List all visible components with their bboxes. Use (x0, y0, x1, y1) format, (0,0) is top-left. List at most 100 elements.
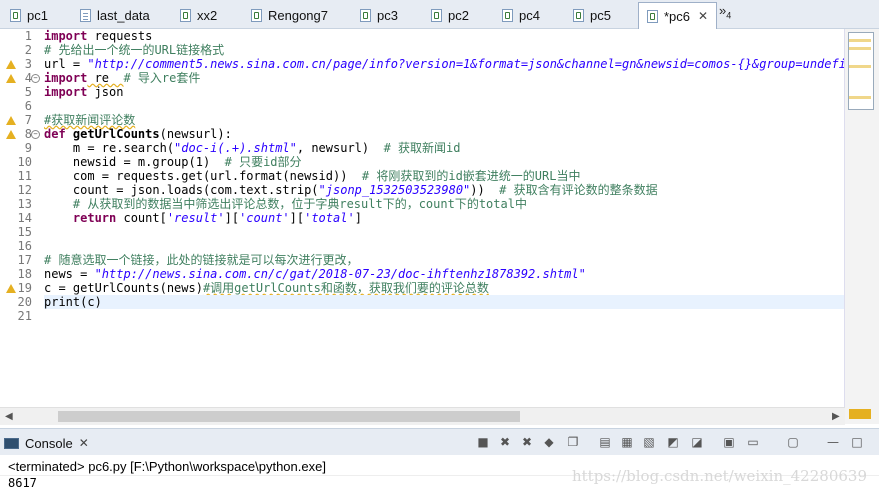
warning-marker[interactable] (849, 96, 871, 99)
line-number: 6 (24, 99, 32, 113)
console-icon (4, 437, 19, 449)
code-line-5: import json (44, 85, 124, 99)
warning-marker[interactable] (849, 47, 871, 50)
tab-label: *pc6 (664, 8, 691, 24)
console-title: Console (25, 435, 73, 451)
tab-rengong7[interactable]: Rengong7 (251, 3, 328, 27)
console-view: Console ✕ ■ ✖ ✖ ◆ ❐ ▤ ▦ ▧ ◩ ◪ ▣ ▭ ▢ — □ <terminated> p… (0, 428, 879, 497)
tab-pc5[interactable]: pc5 (573, 3, 611, 27)
tab-overflow-button[interactable]: »4 (719, 3, 731, 21)
code-line-3: url = "http://comment5.news.sina.com.cn/… (44, 57, 845, 71)
close-icon[interactable]: ✕ (698, 9, 708, 23)
fold-toggle-icon[interactable]: − (31, 130, 40, 139)
line-number: 5 (24, 85, 32, 99)
code-line-1: import requests (44, 29, 153, 43)
fold-toggle-icon[interactable]: − (31, 74, 40, 83)
close-icon[interactable]: ✕ (79, 436, 89, 450)
tab-pc2[interactable]: pc2 (431, 3, 469, 27)
line-number: 16 (17, 239, 32, 253)
warning-icon[interactable] (6, 130, 16, 139)
python-file-icon (573, 8, 584, 22)
python-file-icon (10, 8, 21, 22)
scroll-lock-icon[interactable]: ▤ (598, 435, 612, 449)
tab-label: xx2 (197, 7, 218, 23)
tab-label: last_data (97, 7, 150, 23)
code-line-11: com = requests.get(url.format(newsid)) #… (44, 169, 581, 183)
warning-icon[interactable] (6, 74, 16, 83)
warning-icon[interactable] (6, 60, 16, 69)
pin-icon[interactable]: ▧ (642, 435, 656, 449)
code-line-17: # 随意选取一个链接，此处的链接就是可以每次进行更改， (44, 253, 359, 267)
copy-icon[interactable]: ❐ (566, 435, 580, 449)
warning-icon[interactable] (6, 116, 16, 125)
maximize-icon[interactable]: □ (850, 435, 864, 449)
code-line-18: news = "http://news.sina.com.cn/c/gat/20… (44, 267, 586, 281)
tab-label: pc4 (519, 7, 540, 23)
code-line-7: #获取新闻评论数 (44, 113, 136, 127)
minimize-icon[interactable]: — (826, 435, 840, 449)
terminate-icon[interactable]: ■ (476, 435, 490, 449)
tab-pc4[interactable]: pc4 (502, 3, 540, 27)
remove-all-icon[interactable]: ✖ (520, 435, 534, 449)
tab-label: Rengong7 (268, 7, 328, 23)
overview-ruler[interactable] (844, 29, 879, 424)
console-title-bar: Console ✕ ■ ✖ ✖ ◆ ❐ ▤ ▦ ▧ ◩ ◪ ▣ ▭ ▢ — □ (0, 429, 879, 455)
console-status: <terminated> pc6.py [F:\Python\workspace… (8, 459, 326, 474)
show-stdout-icon[interactable]: ◩ (666, 435, 680, 449)
clear-console-icon[interactable]: ◆ (542, 435, 556, 449)
warning-marker[interactable] (849, 65, 871, 68)
python-file-icon (431, 8, 442, 22)
line-number: 1 (24, 29, 32, 43)
overflow-count: 4 (726, 10, 732, 21)
horizontal-scrollbar[interactable]: ◀ ▶ (0, 407, 845, 425)
code-line-8: def getUrlCounts(newsurl): (44, 127, 232, 141)
warning-summary-icon[interactable] (849, 409, 871, 419)
line-number: 17 (17, 253, 32, 267)
code-line-13: # 从获取到的数据当中筛选出评论总数，位于字典result下的，count下的t… (44, 197, 527, 211)
scroll-left-icon[interactable]: ◀ (5, 411, 13, 422)
code-editor[interactable]: 1 2 3 4−5 6 7 8−9 10 11 12 13 14 15 16 17 18 19 20 21 impo… (0, 29, 879, 425)
new-console-icon[interactable]: ▣ (722, 435, 736, 449)
editor-tab-bar: pc1 last_data xx2 Rengong7 pc3 pc2 pc4 p… (0, 0, 879, 29)
line-number-gutter: 1 2 3 4−5 6 7 8−9 10 11 12 13 14 15 16 17 18 19 20 21 (0, 29, 42, 407)
code-area[interactable]: import requests # 先给出一个统一的URL链接格式 url = … (44, 29, 845, 407)
scrollbar-thumb[interactable] (58, 411, 520, 422)
display-console-icon[interactable]: ▭ (746, 435, 760, 449)
warning-marker[interactable] (849, 39, 871, 42)
tab-pc6[interactable]: *pc6 ✕ (638, 2, 718, 29)
line-number: 11 (17, 169, 32, 183)
line-number: 18 (17, 267, 32, 281)
code-line-4: import re # 导入re套件 (44, 71, 201, 85)
open-console-icon[interactable]: ▢ (786, 435, 800, 449)
tab-pc3[interactable]: pc3 (360, 3, 398, 27)
line-number: 10 (17, 155, 32, 169)
code-line-20: print(c) (44, 295, 844, 309)
line-number: 13 (17, 197, 32, 211)
tab-last-data[interactable]: last_data (80, 3, 150, 27)
python-file-icon (502, 8, 513, 22)
line-number: 15 (17, 225, 32, 239)
tab-xx2[interactable]: xx2 (180, 3, 217, 27)
tab-label: pc1 (27, 7, 48, 23)
code-line-14: return count['result']['count']['total'] (44, 211, 362, 225)
word-wrap-icon[interactable]: ▦ (620, 435, 634, 449)
code-line-2: # 先给出一个统一的URL链接格式 (44, 43, 225, 57)
python-file-icon (360, 8, 371, 22)
python-file-icon (180, 8, 191, 22)
tab-console[interactable]: Console ✕ (4, 432, 89, 454)
line-number: 21 (17, 309, 32, 323)
warning-icon[interactable] (6, 284, 16, 293)
tab-pc1[interactable]: pc1 (10, 3, 48, 27)
scroll-right-icon[interactable]: ▶ (832, 411, 840, 422)
code-line-10: newsid = m.group(1) # 只要id部分 (44, 155, 302, 169)
tab-label: pc3 (377, 7, 398, 23)
tab-label: pc5 (590, 7, 611, 23)
show-stderr-icon[interactable]: ◪ (690, 435, 704, 449)
line-number: 14 (17, 211, 32, 225)
line-number: 20 (17, 295, 32, 309)
watermark: https://blog.csdn.net/weixin_42280639 (571, 467, 867, 485)
line-number: 12 (17, 183, 32, 197)
remove-launch-icon[interactable]: ✖ (498, 435, 512, 449)
line-number: 9 (24, 141, 32, 155)
line-number: 2 (24, 43, 32, 57)
